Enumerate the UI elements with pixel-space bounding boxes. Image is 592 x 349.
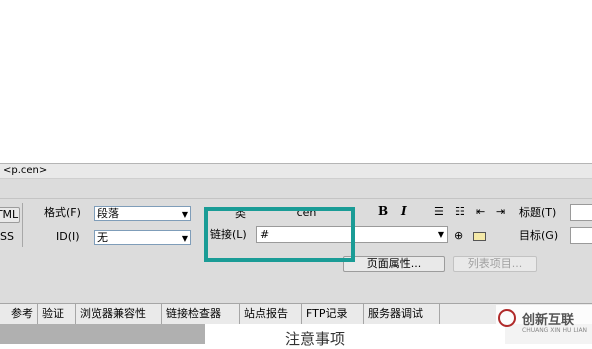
id-label: ID(I): [56, 230, 80, 243]
page-properties-button[interactable]: 页面属性...: [343, 256, 445, 272]
document-preview: 注意事项: [205, 324, 505, 348]
unordered-list-icon[interactable]: ☰: [434, 205, 444, 219]
tab-validation[interactable]: 验证: [38, 304, 76, 324]
tab-ftp-log[interactable]: FTP记录: [302, 304, 364, 324]
chevron-down-icon: ▼: [181, 234, 188, 243]
title-input[interactable]: [570, 204, 592, 221]
list-item-button: 列表项目...: [453, 256, 537, 272]
folder-icon[interactable]: [473, 232, 486, 241]
chevron-down-icon: ▼: [437, 230, 444, 239]
divider: [22, 203, 23, 247]
chevron-down-icon: ▼: [181, 210, 188, 219]
id-value: 无: [97, 231, 108, 244]
title-label: 标题(T): [519, 206, 557, 219]
target-label: 目标(G): [519, 229, 559, 242]
tab-browser-compat[interactable]: 浏览器兼容性: [76, 304, 162, 324]
ordered-list-icon[interactable]: ☷: [455, 205, 465, 219]
format-label: 格式(F): [44, 206, 81, 219]
italic-button[interactable]: I: [401, 204, 407, 218]
watermark-name: 创新互联: [522, 313, 575, 328]
design-canvas[interactable]: [0, 0, 592, 163]
css-mode-button[interactable]: SS: [0, 230, 14, 244]
tag-selector-bar: <p.cen>: [0, 163, 592, 179]
indent-icon[interactable]: ⇥: [496, 205, 505, 219]
document-text: 注意事项: [285, 330, 346, 348]
point-to-file-icon[interactable]: ⊕: [454, 229, 463, 243]
tab-server-debug[interactable]: 服务器调试: [364, 304, 440, 324]
logo-icon: [498, 309, 516, 327]
bold-button[interactable]: B: [378, 204, 388, 218]
tab-site-reports[interactable]: 站点报告: [240, 304, 302, 324]
outdent-icon[interactable]: ⇤: [476, 205, 485, 219]
tag-path[interactable]: <p.cen>: [3, 164, 47, 178]
tab-reference[interactable]: 参考: [0, 304, 38, 324]
highlight-box: [204, 207, 355, 262]
html-mode-button[interactable]: TML: [0, 207, 20, 223]
tab-link-checker[interactable]: 链接检查器: [162, 304, 240, 324]
watermark-sub: CHUANG XIN HU LIAN: [522, 327, 588, 334]
watermark: 创新互联 CHUANG XIN HU LIAN: [496, 305, 592, 344]
format-select[interactable]: 段落 ▼: [94, 206, 191, 221]
target-input[interactable]: [570, 227, 592, 244]
format-value: 段落: [97, 207, 119, 220]
id-select[interactable]: 无 ▼: [94, 230, 191, 245]
panel-header: [0, 179, 592, 199]
